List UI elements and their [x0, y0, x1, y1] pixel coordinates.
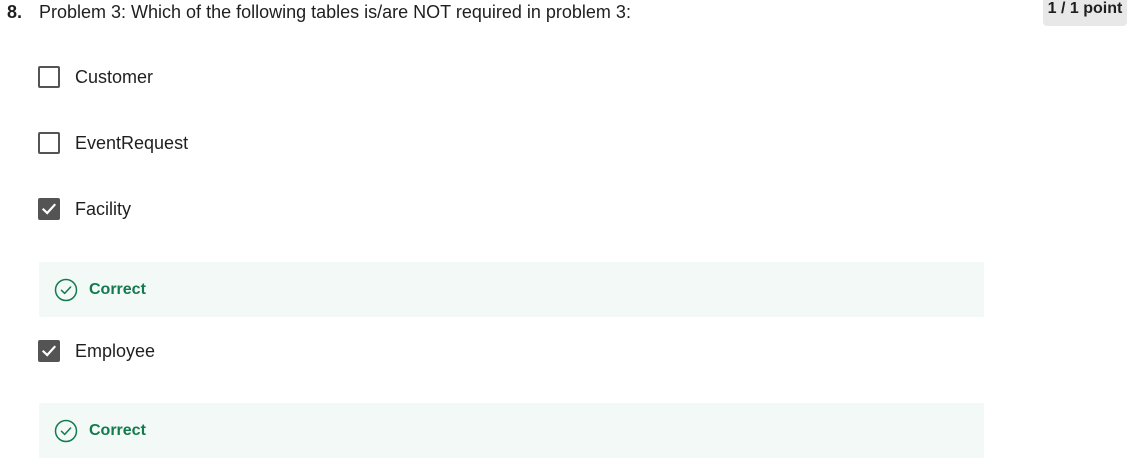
question-text: Problem 3: Which of the following tables…	[39, 2, 631, 22]
check-icon	[41, 203, 57, 215]
check-circle-icon	[54, 419, 78, 443]
feedback-correct-employee: Correct	[39, 403, 984, 458]
question-number: 8.	[7, 2, 23, 22]
checkbox-customer[interactable]	[38, 66, 60, 88]
checkbox-employee[interactable]	[38, 340, 60, 362]
quiz-question-page: 8. Problem 3: Which of the following tab…	[0, 0, 1140, 466]
feedback-correct-facility: Correct	[39, 262, 984, 317]
points-badge: 1 / 1 point	[1043, 0, 1127, 26]
option-eventrequest[interactable]: EventRequest	[38, 130, 188, 156]
option-employee[interactable]: Employee	[38, 338, 155, 364]
feedback-label: Correct	[89, 280, 146, 298]
option-label: Employee	[75, 341, 156, 361]
checkbox-facility[interactable]	[38, 198, 60, 220]
option-label: EventRequest	[75, 133, 189, 153]
feedback-label: Correct	[89, 421, 146, 439]
option-label: Customer	[75, 67, 154, 87]
check-icon	[41, 345, 57, 357]
option-customer[interactable]: Customer	[38, 64, 153, 90]
checkbox-eventrequest[interactable]	[38, 132, 60, 154]
option-label: Facility	[75, 199, 132, 219]
check-circle-icon	[54, 278, 78, 302]
option-facility[interactable]: Facility	[38, 196, 131, 222]
